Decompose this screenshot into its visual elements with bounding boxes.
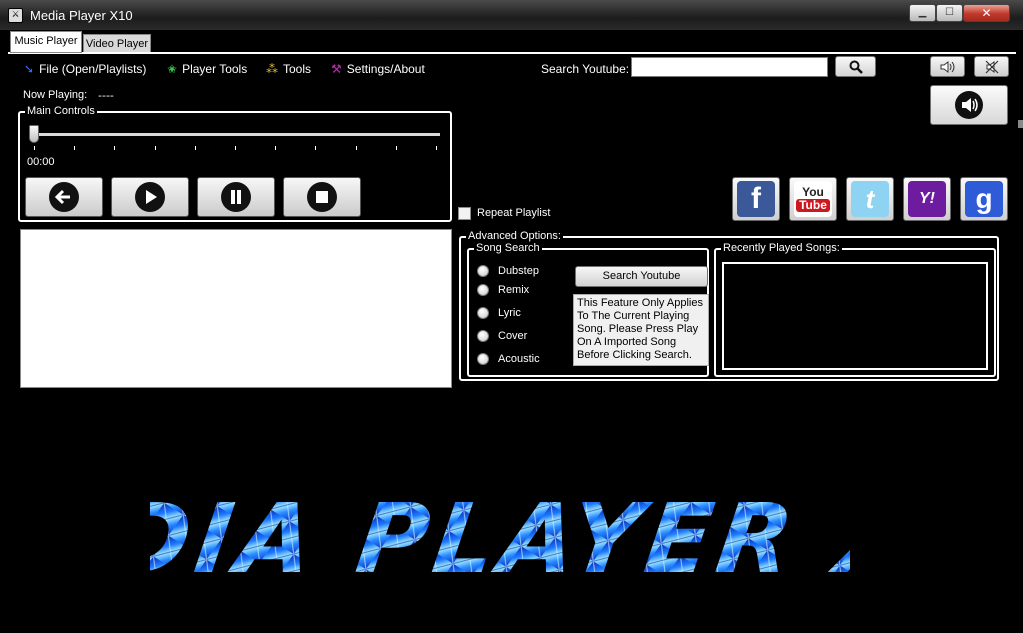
radio-button[interactable] — [477, 330, 489, 342]
recently-played-title: Recently Played Songs: — [721, 242, 842, 255]
tab-video-player[interactable]: Video Player — [83, 34, 151, 54]
seek-tick — [235, 146, 236, 150]
seek-thumb[interactable] — [29, 125, 39, 143]
advanced-options-group: Advanced Options: Song Search Dubstep Re… — [459, 230, 999, 381]
youtube-button[interactable]: You Tube — [789, 177, 837, 221]
seek-tick — [34, 146, 35, 150]
seek-tick — [154, 146, 156, 150]
search-info-note: This Feature Only Applies To The Current… — [573, 294, 709, 366]
twitter-icon: t — [851, 181, 889, 217]
radio-button[interactable] — [477, 284, 489, 296]
star-icon: ✬ — [167, 62, 178, 76]
option-label: Remix — [498, 284, 530, 296]
play-button[interactable] — [111, 177, 189, 217]
pause-button[interactable] — [197, 177, 275, 217]
main-controls-title: Main Controls — [25, 105, 97, 118]
youtube-search-input[interactable] — [631, 57, 828, 77]
radio-button[interactable] — [477, 265, 489, 277]
seek-tick — [74, 146, 76, 150]
tab-music-player[interactable]: Music Player — [10, 31, 82, 53]
option-label: Acoustic — [498, 353, 540, 365]
settings-icon: ⚒ — [331, 62, 342, 76]
google-button[interactable]: g — [960, 177, 1008, 221]
play-icon — [135, 182, 165, 212]
radio-button[interactable] — [477, 307, 489, 319]
speaker-icon — [955, 91, 983, 119]
option-acoustic[interactable]: Acoustic — [477, 353, 540, 365]
volume-button[interactable] — [930, 56, 965, 77]
main-controls-group: Main Controls 00:00 — [18, 105, 452, 222]
maximize-button[interactable]: ☐ — [936, 4, 963, 22]
search-icon — [849, 60, 863, 74]
title-bar: ⚔ Media Player X10 ▁ ☐ ✕ — [0, 0, 1023, 31]
yahoo-button[interactable]: Y! — [903, 177, 951, 221]
file-icon: ➘ — [24, 62, 35, 76]
menu-player-tools-label: Player Tools — [182, 62, 248, 76]
pause-icon — [221, 182, 251, 212]
stop-button[interactable] — [283, 177, 361, 217]
mute-button[interactable] — [974, 56, 1009, 77]
search-youtube-button[interactable]: Search Youtube — [575, 266, 708, 287]
seek-tick — [194, 146, 196, 150]
radio-button[interactable] — [477, 353, 489, 365]
recently-played-group: Recently Played Songs: — [714, 242, 996, 377]
speaker-icon — [940, 60, 954, 73]
recently-played-list[interactable] — [722, 262, 988, 370]
minimize-button[interactable]: ▁ — [909, 4, 936, 22]
option-dubstep[interactable]: Dubstep — [477, 265, 539, 277]
option-lyric[interactable]: Lyric — [477, 307, 521, 319]
repeat-playlist-checkbox[interactable] — [458, 207, 471, 220]
elapsed-time: 00:00 — [27, 156, 55, 168]
stop-icon — [307, 182, 337, 212]
menu-tools-label: Tools — [283, 62, 312, 76]
tab-bar: Music Player Video Player — [0, 31, 1023, 54]
google-icon: g — [965, 181, 1003, 217]
back-arrow-icon — [49, 182, 79, 212]
close-button[interactable]: ✕ — [963, 4, 1010, 22]
tools-icon: ⁂ — [266, 62, 278, 76]
menu-tools[interactable]: ⁂ Tools — [266, 62, 311, 76]
option-label: Lyric — [498, 307, 521, 319]
seek-tick — [436, 146, 437, 150]
seek-tick — [114, 146, 116, 150]
search-button[interactable] — [835, 56, 876, 77]
option-label: Cover — [498, 330, 528, 342]
seek-tick — [315, 146, 317, 150]
seek-tick — [395, 146, 397, 150]
tab-divider — [8, 52, 1016, 54]
seek-tick — [355, 146, 357, 150]
now-playing-label: Now Playing: — [23, 89, 88, 101]
logo-text: MEDIA PLAYER X10 — [150, 482, 850, 590]
menu-settings-label: Settings/About — [346, 62, 425, 76]
menu-settings[interactable]: ⚒ Settings/About — [331, 62, 425, 76]
twitter-button[interactable]: t — [846, 177, 894, 221]
repeat-playlist-label: Repeat Playlist — [477, 207, 551, 219]
mute-icon — [985, 60, 998, 73]
app-icon: ⚔ — [8, 8, 23, 23]
previous-button[interactable] — [25, 177, 103, 217]
window-title: Media Player X10 — [30, 8, 133, 23]
facebook-button[interactable]: f — [732, 177, 780, 221]
option-cover[interactable]: Cover — [477, 330, 527, 342]
option-remix[interactable]: Remix — [477, 284, 529, 296]
song-search-title: Song Search — [474, 242, 542, 255]
speaker-toggle-button[interactable] — [930, 85, 1008, 125]
search-label: Search Youtube: — [541, 62, 630, 76]
youtube-icon: You Tube — [794, 181, 832, 217]
song-search-group: Song Search Dubstep Remix Lyric Cover Ac… — [467, 242, 709, 377]
menu-file[interactable]: ➘ File (Open/Playlists) — [24, 62, 146, 76]
option-label: Dubstep — [498, 265, 539, 277]
yahoo-icon: Y! — [908, 181, 946, 217]
menu-player-tools[interactable]: ✬ Player Tools — [167, 62, 247, 76]
playlist-list[interactable] — [20, 229, 452, 388]
scroll-edge — [1018, 120, 1023, 128]
seek-track[interactable] — [34, 133, 440, 136]
facebook-icon: f — [737, 181, 775, 217]
menu-file-label: File (Open/Playlists) — [39, 62, 147, 76]
media-player-x10-logo: MEDIA PLAYER X10 — [150, 482, 850, 590]
now-playing-value: ---- — [98, 89, 114, 102]
seek-tick — [275, 146, 277, 150]
